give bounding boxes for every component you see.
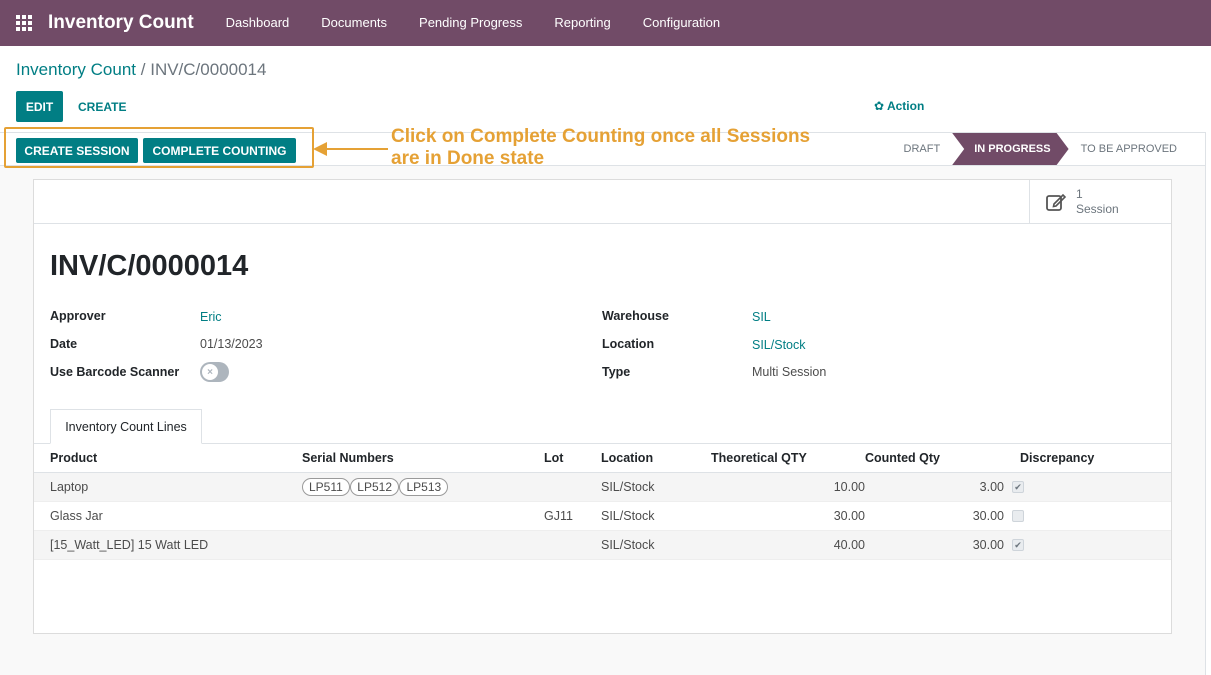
nav-dashboard[interactable]: Dashboard [210, 0, 306, 46]
session-label: Session [1076, 201, 1119, 216]
cell-counted-qty: 30.00 [865, 530, 1004, 560]
discrepancy-checkbox [1012, 510, 1024, 523]
breadcrumb-separator: / [140, 60, 146, 79]
tab-inventory-count-lines[interactable]: Inventory Count Lines [50, 409, 202, 444]
column-header-counted-qty[interactable]: Counted Qty [865, 444, 1004, 473]
cell-lot: GJ11 [544, 501, 601, 531]
discrepancy-checkbox: ✔ [1012, 539, 1024, 552]
breadcrumb-current: INV/C/0000014 [150, 60, 267, 79]
warehouse-value[interactable]: SIL [752, 310, 771, 324]
stage-in-progress[interactable]: IN PROGRESS [952, 133, 1068, 165]
barcode-scanner-label: Use Barcode Scanner [50, 365, 180, 379]
serial-tag: LP511 [302, 477, 350, 496]
cell-counted-qty: 3.00 [865, 472, 1004, 502]
apps-menu-icon[interactable] [0, 0, 48, 46]
cell-discrepancy: ✔ [1004, 530, 1171, 560]
nav-pending-progress[interactable]: Pending Progress [403, 0, 538, 46]
date-label: Date [50, 337, 78, 351]
barcode-scanner-toggle[interactable]: × [200, 362, 229, 382]
approver-label: Approver [50, 309, 106, 323]
approver-value[interactable]: Eric [200, 310, 222, 324]
cell-product: Laptop [34, 472, 302, 502]
cell-theoretical-qty: 30.00 [711, 501, 865, 531]
nav-configuration[interactable]: Configuration [627, 0, 736, 46]
annotation-line-2: are in Done state [391, 148, 545, 169]
close-icon: × [202, 364, 218, 380]
cell-location: SIL/Stock [601, 530, 711, 560]
table-row[interactable]: Laptop LP511 LP512 LP513 SIL/Stock 10.00… [34, 472, 1171, 502]
column-header-location[interactable]: Location [601, 444, 711, 473]
stage-pipeline: DRAFT IN PROGRESS TO BE APPROVED [892, 133, 1189, 165]
cell-lot [544, 530, 601, 560]
type-value: Multi Session [752, 365, 827, 379]
arrow-line [326, 148, 388, 150]
session-count: 1 [1076, 186, 1083, 201]
table-header-row: Product Serial Numbers Lot Location Theo… [34, 444, 1171, 473]
warehouse-label: Warehouse [602, 309, 669, 323]
edit-icon [1046, 193, 1067, 211]
cell-lot [544, 472, 601, 502]
cell-product: [15_Watt_LED] 15 Watt LED [34, 530, 302, 560]
app-title[interactable]: Inventory Count [48, 12, 194, 34]
discrepancy-checkbox: ✔ [1012, 481, 1024, 494]
cell-theoretical-qty: 40.00 [711, 530, 865, 560]
top-navbar: Inventory Count Dashboard Documents Pend… [0, 0, 1211, 46]
date-value: 01/13/2023 [200, 337, 263, 351]
inventory-lines-table: Product Serial Numbers Lot Location Theo… [34, 444, 1171, 560]
cell-product: Glass Jar [34, 501, 302, 531]
column-header-product[interactable]: Product [34, 444, 302, 473]
record-title: INV/C/0000014 [50, 250, 249, 282]
action-label: Action [886, 99, 925, 113]
serial-tag: LP513 [399, 477, 449, 496]
stage-draft[interactable]: DRAFT [892, 133, 953, 165]
cell-location: SIL/Stock [601, 472, 711, 502]
cell-theoretical-qty: 10.00 [711, 472, 865, 502]
cell-serial-numbers [302, 530, 544, 560]
annotation-text: Click on Complete Counting once all Sess… [391, 126, 891, 170]
sessions-smart-button[interactable]: 1 Session [1029, 180, 1171, 223]
cell-serial-numbers: LP511 LP512 LP513 [302, 472, 544, 502]
action-menu[interactable]: ✿ Action [874, 99, 924, 113]
cell-discrepancy: ✔ [1004, 472, 1171, 502]
right-scroll-strip [1205, 132, 1211, 675]
smart-button-box: 1 Session [34, 180, 1171, 224]
table-row[interactable]: Glass Jar GJ11 SIL/Stock 30.00 30.00 [34, 501, 1171, 531]
location-label: Location [602, 337, 655, 351]
cell-location: SIL/Stock [601, 501, 711, 531]
stage-to-be-approved[interactable]: TO BE APPROVED [1069, 133, 1189, 165]
column-header-theoretical-qty[interactable]: Theoretical QTY [711, 444, 865, 473]
cell-serial-numbers [302, 501, 544, 531]
cell-discrepancy [1004, 501, 1171, 531]
nav-documents[interactable]: Documents [305, 0, 403, 46]
breadcrumb-parent[interactable]: Inventory Count [16, 60, 136, 79]
form-sheet: 1 Session INV/C/0000014 Approver Eric Da… [33, 179, 1172, 634]
highlight-box [4, 127, 314, 168]
create-button[interactable]: CREATE [70, 91, 134, 122]
nav-reporting[interactable]: Reporting [538, 0, 626, 46]
type-label: Type [602, 365, 631, 379]
column-header-discrepancy[interactable]: Discrepancy [1004, 444, 1171, 473]
location-value[interactable]: SIL/Stock [752, 338, 806, 352]
annotation-line-1: Click on Complete Counting once all Sess… [391, 126, 811, 147]
cell-counted-qty: 30.00 [865, 501, 1004, 531]
column-header-lot[interactable]: Lot [544, 444, 601, 473]
edit-button[interactable]: EDIT [16, 91, 63, 122]
serial-tag: LP512 [350, 477, 399, 496]
control-panel: Inventory Count / INV/C/0000014 EDIT CRE… [0, 46, 1211, 132]
column-header-serial-numbers[interactable]: Serial Numbers [302, 444, 544, 473]
gear-icon: ✿ [874, 99, 885, 113]
breadcrumb: Inventory Count / INV/C/0000014 [16, 60, 266, 80]
arrow-left-icon [313, 142, 327, 156]
table-row[interactable]: [15_Watt_LED] 15 Watt LED SIL/Stock 40.0… [34, 530, 1171, 560]
